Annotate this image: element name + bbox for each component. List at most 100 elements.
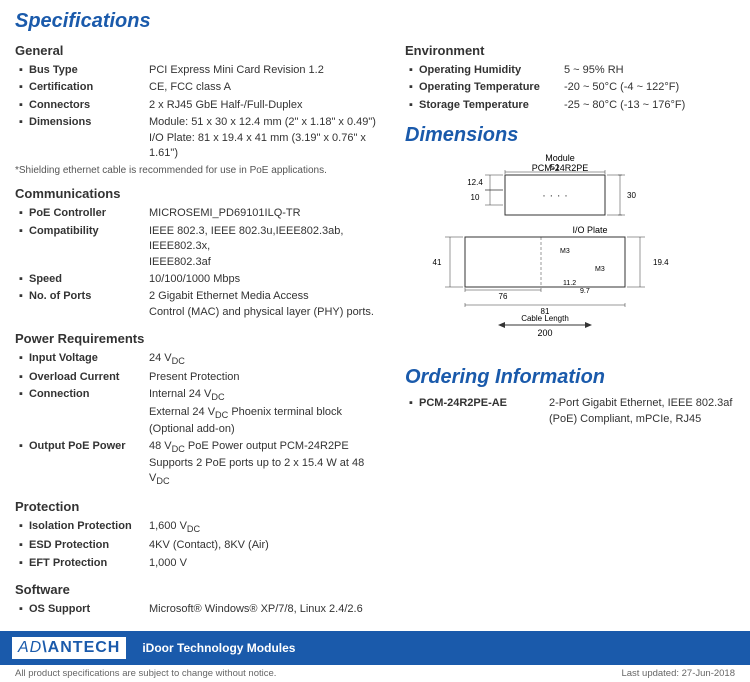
protection-table: ▪ Isolation Protection 1,600 VDC ▪ ESD P…: [15, 518, 385, 572]
general-note: *Shielding ethernet cable is recommended…: [15, 165, 385, 176]
row-value: 1,600 VDC: [147, 518, 385, 537]
row-value: Microsoft® Windows® XP/7/8, Linux 2.4/2.…: [147, 601, 385, 618]
table-row: ▪ Overload Current Present Protection: [15, 369, 385, 386]
row-label: Storage Temperature: [417, 97, 562, 114]
table-row: ▪ Connectors 2 x RJ45 GbE Half-/Full-Dup…: [15, 97, 385, 114]
svg-text:I/O Plate: I/O Plate: [572, 225, 607, 235]
row-value: 48 VDC PoE Power output PCM-24R2PESuppor…: [147, 438, 385, 489]
row-value: 5 ~ 95% RH: [562, 62, 735, 79]
svg-text:9.7: 9.7: [580, 288, 590, 295]
bullet: ▪: [15, 97, 27, 114]
svg-text:200: 200: [537, 328, 552, 338]
section-protection-title: Protection: [15, 499, 385, 514]
row-value: 1,000 V: [147, 555, 385, 572]
dimensions-svg: Module PCM-24R2PE 51 30: [405, 153, 725, 353]
two-column-layout: General ▪ Bus Type PCI Express Mini Card…: [15, 43, 735, 621]
general-table: ▪ Bus Type PCI Express Mini Card Revisio…: [15, 62, 385, 162]
footer-note-left: All product specifications are subject t…: [15, 668, 276, 679]
dimensions-title: Dimensions: [405, 124, 735, 147]
bullet: ▪: [405, 97, 417, 114]
row-value: -20 ~ 50°C (-4 ~ 122°F): [562, 79, 735, 96]
row-label: Compatibility: [27, 223, 147, 271]
row-value: 4KV (Contact), 8KV (Air): [147, 537, 385, 554]
section-power-title: Power Requirements: [15, 331, 385, 346]
table-row: ▪ Compatibility IEEE 802.3, IEEE 802.3u,…: [15, 223, 385, 271]
row-label: Certification: [27, 79, 147, 96]
table-row: ▪ Connection Internal 24 VDCExternal 24 …: [15, 386, 385, 437]
svg-text:Cable Length: Cable Length: [521, 314, 569, 323]
row-label: PoE Controller: [27, 205, 147, 222]
table-row: ▪ EFT Protection 1,000 V: [15, 555, 385, 572]
svg-text:PCM-24R2PE: PCM-24R2PE: [532, 163, 589, 173]
table-row: ▪ Operating Temperature -20 ~ 50°C (-4 ~…: [405, 79, 735, 96]
row-label: Isolation Protection: [27, 518, 147, 537]
svg-text:30: 30: [627, 191, 636, 200]
bullet: ▪: [405, 79, 417, 96]
bullet: ▪: [15, 518, 27, 537]
row-label: EFT Protection: [27, 555, 147, 572]
row-label: Operating Temperature: [417, 79, 562, 96]
row-label: Overload Current: [27, 369, 147, 386]
bullet: ▪: [15, 555, 27, 572]
svg-text:10: 10: [471, 193, 480, 202]
left-column: General ▪ Bus Type PCI Express Mini Card…: [15, 43, 385, 621]
table-row: ▪ ESD Protection 4KV (Contact), 8KV (Air…: [15, 537, 385, 554]
section-env-title: Environment: [405, 43, 735, 58]
row-value: PCI Express Mini Card Revision 1.2: [147, 62, 385, 79]
svg-text:M3: M3: [560, 248, 570, 255]
row-label: Dimensions: [27, 114, 147, 162]
bullet: ▪: [15, 601, 27, 618]
table-row: ▪ Output PoE Power 48 VDC PoE Power outp…: [15, 438, 385, 489]
page-container: Specifications General ▪ Bus Type PCI Ex…: [0, 0, 750, 621]
row-value: Internal 24 VDCExternal 24 VDC Phoenix t…: [147, 386, 385, 437]
table-row: ▪ Input Voltage 24 VDC: [15, 350, 385, 369]
bullet: ▪: [15, 350, 27, 369]
table-row: ▪ PoE Controller MICROSEMI_PD69101ILQ-TR: [15, 205, 385, 222]
bullet: ▪: [15, 114, 27, 162]
row-label: No. of Ports: [27, 288, 147, 321]
footer-note-right: Last updated: 27-Jun-2018: [621, 668, 735, 679]
bullet: ▪: [405, 395, 417, 428]
bullet: ▪: [15, 386, 27, 437]
row-value: -25 ~ 80°C (-13 ~ 176°F): [562, 97, 735, 114]
row-value: MICROSEMI_PD69101ILQ-TR: [147, 205, 385, 222]
row-value: Present Protection: [147, 369, 385, 386]
row-value: IEEE 802.3, IEEE 802.3u,IEEE802.3ab, IEE…: [147, 223, 385, 271]
svg-text:M3: M3: [595, 266, 605, 273]
software-table: ▪ OS Support Microsoft® Windows® XP/7/8,…: [15, 601, 385, 618]
page-title: Specifications: [15, 10, 735, 33]
footer-slogan: iDoor Technology Modules: [142, 641, 295, 655]
comm-table: ▪ PoE Controller MICROSEMI_PD69101ILQ-TR…: [15, 205, 385, 321]
bullet: ▪: [15, 438, 27, 489]
ordering-title: Ordering Information: [405, 366, 735, 389]
section-comm-title: Communications: [15, 186, 385, 201]
table-row: ▪ PCM-24R2PE-AE 2-Port Gigabit Ethernet,…: [405, 395, 735, 428]
svg-text:51: 51: [551, 163, 560, 172]
bullet: ▪: [15, 537, 27, 554]
row-label: Operating Humidity: [417, 62, 562, 79]
table-row: ▪ Operating Humidity 5 ~ 95% RH: [405, 62, 735, 79]
bullet: ▪: [15, 271, 27, 288]
bullet: ▪: [15, 288, 27, 321]
row-value: CE, FCC class A: [147, 79, 385, 96]
row-label: Input Voltage: [27, 350, 147, 369]
table-row: ▪ Certification CE, FCC class A: [15, 79, 385, 96]
row-value: 2 x RJ45 GbE Half-/Full-Duplex: [147, 97, 385, 114]
table-row: ▪ No. of Ports 2 Gigabit Ethernet Media …: [15, 288, 385, 321]
table-row: ▪ Storage Temperature -25 ~ 80°C (-13 ~ …: [405, 97, 735, 114]
bullet: ▪: [15, 62, 27, 79]
row-label: Connectors: [27, 97, 147, 114]
footer: AD\ANTECH iDoor Technology Modules: [0, 631, 750, 665]
row-label: Bus Type: [27, 62, 147, 79]
footer-logo: AD\ANTECH: [12, 637, 126, 659]
power-table: ▪ Input Voltage 24 VDC ▪ Overload Curren…: [15, 350, 385, 489]
svg-text:Module: Module: [545, 153, 575, 163]
section-software-title: Software: [15, 582, 385, 597]
bullet: ▪: [15, 79, 27, 96]
svg-text:19.4: 19.4: [653, 258, 669, 267]
svg-text:12.4: 12.4: [467, 178, 483, 187]
table-row: ▪ Speed 10/100/1000 Mbps: [15, 271, 385, 288]
row-value: 10/100/1000 Mbps: [147, 271, 385, 288]
footer-note: All product specifications are subject t…: [0, 665, 750, 682]
svg-text:11.2: 11.2: [563, 280, 576, 287]
